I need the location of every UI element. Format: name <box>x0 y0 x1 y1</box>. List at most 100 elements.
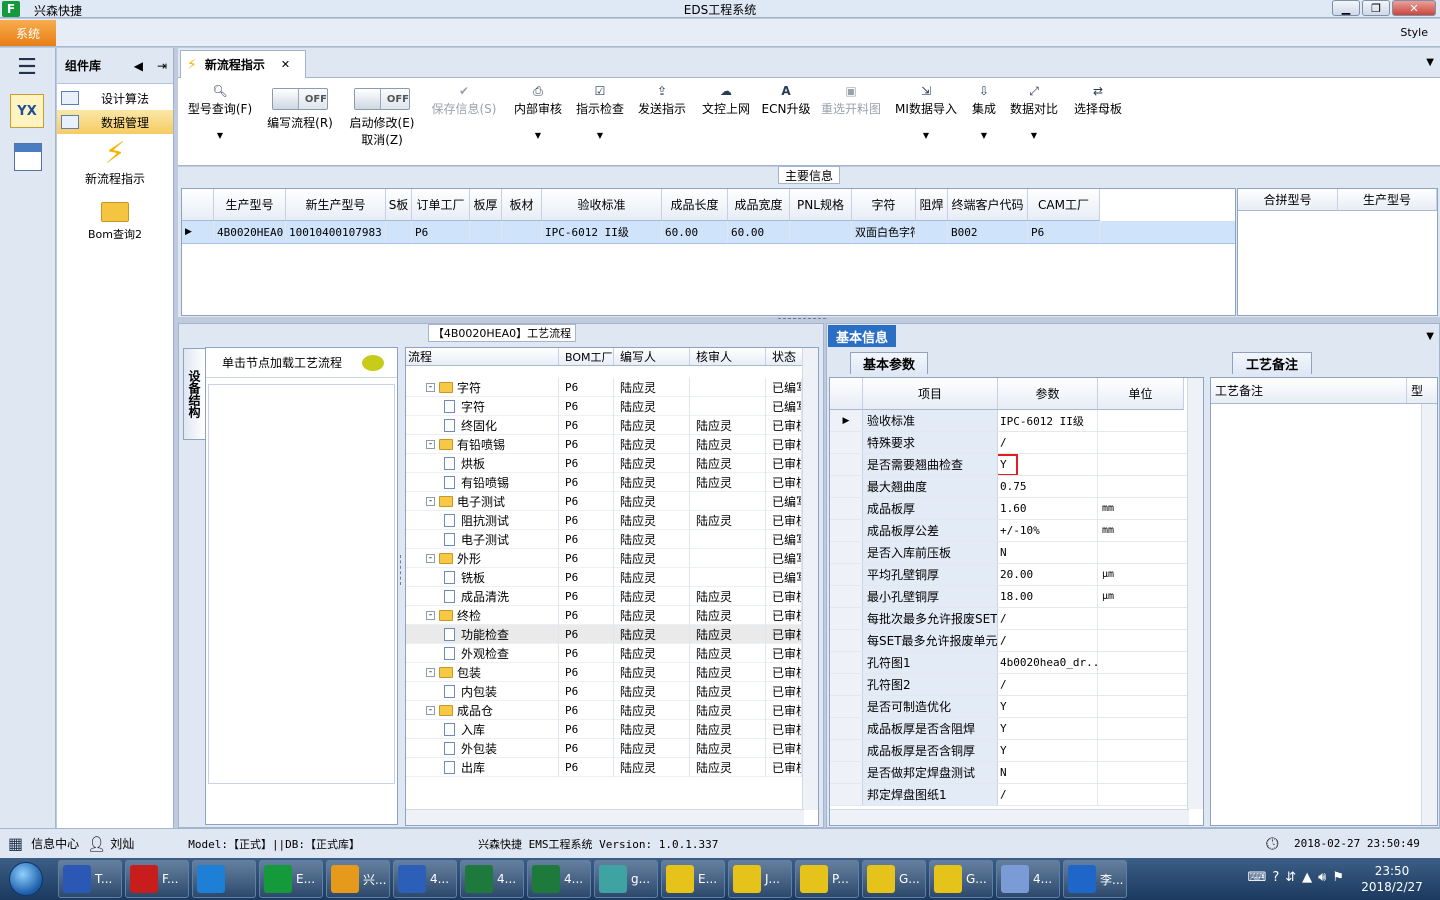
tree-row[interactable]: 外观检查P6陆应灵陆应灵已审核 <box>406 643 818 663</box>
internal-review-button[interactable]: ⎙ 内部审核 ▼ <box>510 82 566 162</box>
row-selector[interactable] <box>830 498 863 519</box>
param-value[interactable]: IPC-6012 II级 <box>998 410 1098 431</box>
row-selector[interactable] <box>830 784 863 805</box>
cancel-label[interactable]: 取消(Z) <box>361 131 403 148</box>
row-selector[interactable] <box>830 586 863 607</box>
start-button[interactable] <box>0 858 52 900</box>
integrate-button[interactable]: ⇩ 集成 ▼ <box>966 82 1002 162</box>
taskbar-button[interactable]: G... <box>862 860 926 898</box>
ecn-upgrade-button[interactable]: A ECN升级 <box>760 82 812 162</box>
column-header-merge-model[interactable]: 合拼型号 <box>1238 189 1338 211</box>
vertical-scrollbar[interactable] <box>1421 404 1437 825</box>
column-header-production-model[interactable]: 生产型号 <box>1338 189 1437 211</box>
column-header[interactable]: CAM工厂 <box>1028 189 1100 221</box>
table-cell[interactable]: IPC-6012 II级 <box>542 221 662 243</box>
start-modify-toggle[interactable]: OFF 启动修改(E) 取消(Z) <box>344 82 420 162</box>
param-row[interactable]: 孔符图2/ <box>830 674 1203 696</box>
select-motherboard-button[interactable]: ⇄ 选择母板 <box>1070 82 1126 162</box>
param-row[interactable]: 平均孔壁铜厚 20.00 μm <box>830 564 1203 586</box>
param-value[interactable]: 18.00 <box>998 586 1098 607</box>
tree-row[interactable]: 字符 P6陆应灵 已编写 <box>406 396 818 416</box>
taskbar-button[interactable]: J... <box>728 860 792 898</box>
dropdown-arrow-icon[interactable]: ▼ <box>1031 131 1037 140</box>
dropdown-arrow-icon[interactable]: ▼ <box>923 131 929 140</box>
tree-row[interactable]: - 电子测试 P6陆应灵 已编写 <box>406 491 818 511</box>
tile-bom-query[interactable]: Bom查询2 <box>57 198 173 242</box>
taskbar-button[interactable]: G... <box>929 860 993 898</box>
column-header[interactable]: 生产型号 <box>214 189 286 221</box>
splitter-handle[interactable] <box>778 318 826 322</box>
collapse-left-icon[interactable]: ◀ <box>134 59 143 73</box>
tree-row[interactable]: 电子测试 P6陆应灵 已编写 <box>406 529 818 549</box>
horizontal-scrollbar[interactable] <box>406 809 804 825</box>
table-cell[interactable]: 10010400107983 <box>286 221 386 243</box>
load-process-hint[interactable]: 单击节点加载工艺流程 <box>222 354 342 371</box>
table-cell[interactable] <box>386 221 412 243</box>
collapse-icon[interactable]: - <box>426 553 435 563</box>
column-header-status[interactable]: 状态 <box>766 348 802 365</box>
param-value[interactable]: 20.00 <box>998 564 1098 585</box>
param-row[interactable]: 孔符图1 4b0020hea0_dr... <box>830 652 1203 674</box>
table-cell[interactable]: P6 <box>1028 221 1100 243</box>
table-cell[interactable]: 60.00 <box>662 221 728 243</box>
send-instruction-button[interactable]: ⇪ 发送指示 <box>634 82 690 162</box>
splitter-handle[interactable] <box>400 555 404 585</box>
write-process-toggle[interactable]: OFF 编写流程(R) <box>262 82 338 162</box>
hamburger-menu-icon[interactable]: ☰ <box>14 55 40 80</box>
vertical-scrollbar[interactable] <box>1187 378 1203 809</box>
reselect-cut-drawing-button[interactable]: ▣ 重选开料图 <box>818 82 884 162</box>
row-selector[interactable] <box>830 520 863 541</box>
toggle-switch[interactable]: OFF <box>354 88 410 110</box>
table-cell[interactable]: 双面白色字符 <box>852 221 916 243</box>
maximize-button[interactable]: ❐ <box>1362 0 1390 16</box>
row-selector[interactable]: ▶ <box>830 410 863 431</box>
instruction-check-button[interactable]: ☑ 指示检查 ▼ <box>572 82 628 162</box>
toggle-switch[interactable]: OFF <box>272 88 328 110</box>
table-cell[interactable]: P6 <box>412 221 470 243</box>
table-cell[interactable]: 4B0020HEA0 <box>214 221 286 243</box>
dropdown-arrow-icon[interactable]: ▼ <box>597 131 603 140</box>
doc-control-online-button[interactable]: ☁ 文控上网 <box>698 82 754 162</box>
column-header[interactable]: 验收标准 <box>542 189 662 221</box>
column-header-item[interactable]: 项目 <box>863 378 998 410</box>
tree-row[interactable]: 入库P6陆应灵陆应灵已审核 <box>406 719 818 739</box>
taskbar-button[interactable]: 4... <box>996 860 1060 898</box>
column-header[interactable]: 板厚 <box>470 189 502 221</box>
row-selector[interactable] <box>830 718 863 739</box>
info-center-link[interactable]: 信息中心 <box>31 835 79 852</box>
taskbar-button[interactable]: 兴... <box>326 860 390 898</box>
tree-row[interactable]: -包装P6陆应灵陆应灵已审核 <box>406 662 818 682</box>
calculator-module-icon[interactable] <box>14 143 42 171</box>
tab-new-process[interactable]: ⚡ 新流程指示 ✕ <box>180 50 306 78</box>
param-value[interactable]: Y <box>998 740 1098 761</box>
pin-icon[interactable]: ⇥ <box>157 59 167 73</box>
taskbar-button[interactable]: T... <box>58 860 122 898</box>
vertical-scrollbar[interactable] <box>802 348 818 810</box>
param-value[interactable]: / <box>998 630 1098 651</box>
column-header[interactable]: 终端客户代码 <box>948 189 1028 221</box>
row-selector[interactable] <box>830 762 863 783</box>
horizontal-scrollbar[interactable] <box>830 809 1189 825</box>
mi-data-import-button[interactable]: ⇲ MI数据导入 ▼ <box>892 82 960 162</box>
taskbar-button[interactable]: g... <box>594 860 658 898</box>
column-header[interactable]: PNL规格 <box>790 189 852 221</box>
taskbar-button[interactable]: 4... <box>393 860 457 898</box>
equipment-structure-tab[interactable]: 设备结构 <box>183 348 205 440</box>
column-header[interactable]: 新生产型号 <box>286 189 386 221</box>
tree-row[interactable]: -成品仓P6陆应灵陆应灵已审核 <box>406 700 818 720</box>
param-value[interactable]: 0.75 <box>998 476 1098 497</box>
param-value[interactable]: Y <box>998 718 1098 739</box>
tab-basic-params[interactable]: 基本参数 <box>850 352 928 374</box>
column-header-writer[interactable]: 编写人 <box>614 348 690 365</box>
column-header-reviewer[interactable]: 核审人 <box>690 348 766 365</box>
column-header-remarks[interactable]: 工艺备注 <box>1211 378 1407 403</box>
taskbar-button[interactable]: P... <box>795 860 859 898</box>
keyboard-icon[interactable]: ⌨ <box>1248 870 1267 885</box>
collapse-icon[interactable]: - <box>426 667 435 677</box>
param-row[interactable]: 成品板厚公差 +/-10% mm <box>830 520 1203 542</box>
taskbar-button[interactable] <box>192 860 256 898</box>
param-row[interactable]: 是否可制造优化 Y <box>830 696 1203 718</box>
param-row[interactable]: 是否入库前压板 N <box>830 542 1203 564</box>
dropdown-arrow-icon[interactable]: ▼ <box>217 131 223 140</box>
table-row[interactable]: ▶ 4B0020HEA0 10010400107983 P6 IPC-6012 II级 6… <box>182 221 1235 244</box>
